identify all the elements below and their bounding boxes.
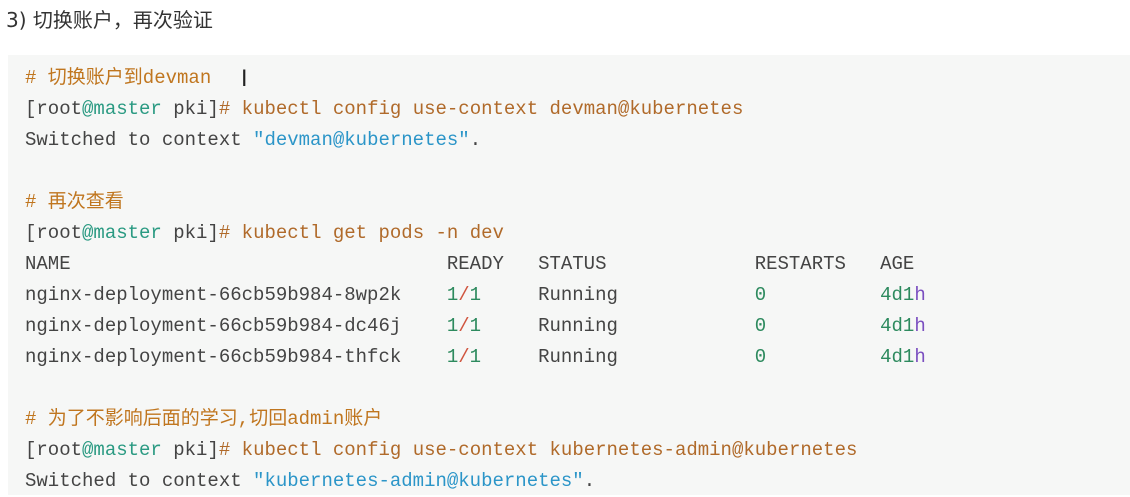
table-header: NAME READY STATUS RESTARTS AGE [25, 253, 915, 275]
text-cursor-icon: I [241, 67, 248, 92]
comment-view-again: # 再次查看 [25, 191, 124, 213]
output-switched-admin: Switched to context "kubernetes-admin@ku… [25, 470, 596, 492]
comment-switch-back-admin: # 为了不影响后面的学习,切回admin账户 [25, 408, 383, 430]
table-row: nginx-deployment-66cb59b984-8wp2k 1/1 Runn… [25, 284, 926, 306]
command-line-use-context-devman: [root@master pki]# kubectl config use-co… [25, 98, 744, 120]
section-heading: 3) 切换账户，再次验证 [6, 8, 213, 32]
code-block[interactable]: # 切换账户到devman [root@master pki]# kubectl… [8, 55, 1130, 495]
table-row: nginx-deployment-66cb59b984-thfck 1/1 Runn… [25, 346, 926, 368]
command-line-use-context-admin: [root@master pki]# kubectl config use-co… [25, 439, 858, 461]
command-line-get-pods: [root@master pki]# kubectl get pods -n d… [25, 222, 504, 244]
table-row: nginx-deployment-66cb59b984-dc46j 1/1 Runn… [25, 315, 926, 337]
comment-switch-account: # 切换账户到devman [25, 67, 212, 89]
output-switched-devman: Switched to context "devman@kubernetes". [25, 129, 482, 151]
